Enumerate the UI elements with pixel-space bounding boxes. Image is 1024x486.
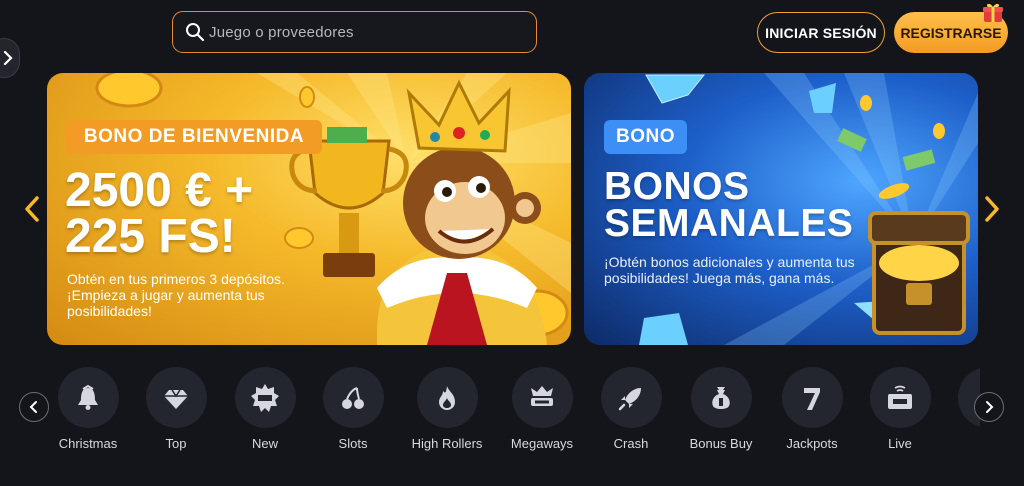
flame-icon [439, 385, 455, 410]
category-next-button[interactable] [974, 392, 1004, 422]
category-jackpots[interactable]: Jackpots [774, 367, 850, 451]
seven-icon [804, 387, 820, 410]
banner-headline: 2500 € + 225 FS! [65, 164, 325, 263]
search-placeholder: Juego o proveedores [209, 23, 354, 41]
cherries-icon [342, 386, 364, 409]
new-badge-icon [251, 383, 279, 412]
category-label: Crash [613, 436, 649, 451]
category-icon-holder [600, 367, 662, 428]
banner-badge: BONO DE BIENVENIDA [66, 120, 322, 154]
category-slots[interactable]: Slots [315, 367, 391, 451]
rocket-icon [618, 387, 641, 410]
category-icon-holder [511, 367, 573, 428]
category-bonus-buy[interactable]: Bonus Buy [683, 367, 759, 451]
banner-badge: BONO [604, 120, 687, 154]
category-icon-holder [57, 367, 119, 428]
live-tv-icon [888, 385, 912, 409]
category-icon-holder [690, 367, 752, 428]
headline-line: 2500 € + [65, 164, 254, 217]
category-label: New [251, 436, 278, 451]
gift-icon [983, 3, 1003, 22]
category-live[interactable]: Live [862, 367, 938, 451]
category-icon-holder [869, 367, 931, 428]
search-input[interactable]: Juego o proveedores [172, 11, 537, 53]
carousel-prev-arrow[interactable] [22, 195, 42, 223]
category-top[interactable]: Top [138, 367, 214, 451]
category-high-rollers[interactable]: High Rollers [409, 367, 485, 451]
monkey-mascot-illustration [377, 79, 547, 345]
category-new[interactable]: New [227, 367, 303, 451]
category-icon-holder [322, 367, 384, 428]
top-header: Juego o proveedores INICIAR SESIÓN REGIS… [0, 0, 1024, 78]
category-strip: Christmas Top New Slots High Rollers Meg… [0, 362, 1024, 462]
search-icon [186, 23, 205, 42]
category-icon-holder [416, 367, 478, 428]
category-prev-button[interactable] [19, 392, 49, 422]
category-label: Megaways [510, 436, 574, 451]
chevron-right-icon [3, 51, 13, 65]
category-label: Jackpots [786, 436, 838, 451]
category-icon-holder [145, 367, 207, 428]
category-christmas[interactable]: Christmas [50, 367, 126, 451]
headline-line: 225 FS! [65, 209, 236, 263]
bell-icon [78, 384, 98, 410]
chevron-right-icon [986, 401, 994, 413]
category-partial[interactable] [950, 367, 980, 428]
carousel-next-arrow[interactable] [982, 195, 1002, 223]
category-label: Christmas [58, 436, 118, 451]
category-icon-holder [234, 367, 296, 428]
welcome-bonus-banner[interactable]: BONO DE BIENVENIDA 2500 € + 225 FS! Obté… [47, 73, 571, 345]
banner-headline: BONOS SEMANALES [604, 165, 934, 246]
category-crash[interactable]: Crash [593, 367, 669, 451]
headline-line: SEMANALES [604, 202, 854, 246]
login-button[interactable]: INICIAR SESIÓN [757, 12, 885, 53]
money-bag-icon [712, 386, 730, 409]
category-megaways[interactable]: Megaways [504, 367, 580, 451]
chevron-left-icon [29, 401, 37, 413]
sidebar-toggle[interactable] [0, 38, 20, 78]
category-icon-holder [781, 367, 843, 428]
category-label: Top [165, 436, 187, 451]
diamond-icon [164, 389, 188, 409]
banner-description: Obtén en tus primeros 3 depósitos. ¡Empi… [67, 271, 285, 319]
category-label: Slots [338, 436, 368, 451]
weekly-bonus-banner[interactable]: BONO BONOS SEMANALES ¡Obtén bonos adicio… [584, 73, 978, 345]
category-label: High Rollers [411, 436, 483, 451]
headline-line: BONOS [604, 165, 750, 208]
banner-description: ¡Obtén bonos adicionales y aumenta tus p… [604, 254, 855, 286]
category-label: Live [888, 436, 912, 451]
crown-win-icon [531, 385, 553, 406]
category-label: Bonus Buy [689, 436, 753, 451]
